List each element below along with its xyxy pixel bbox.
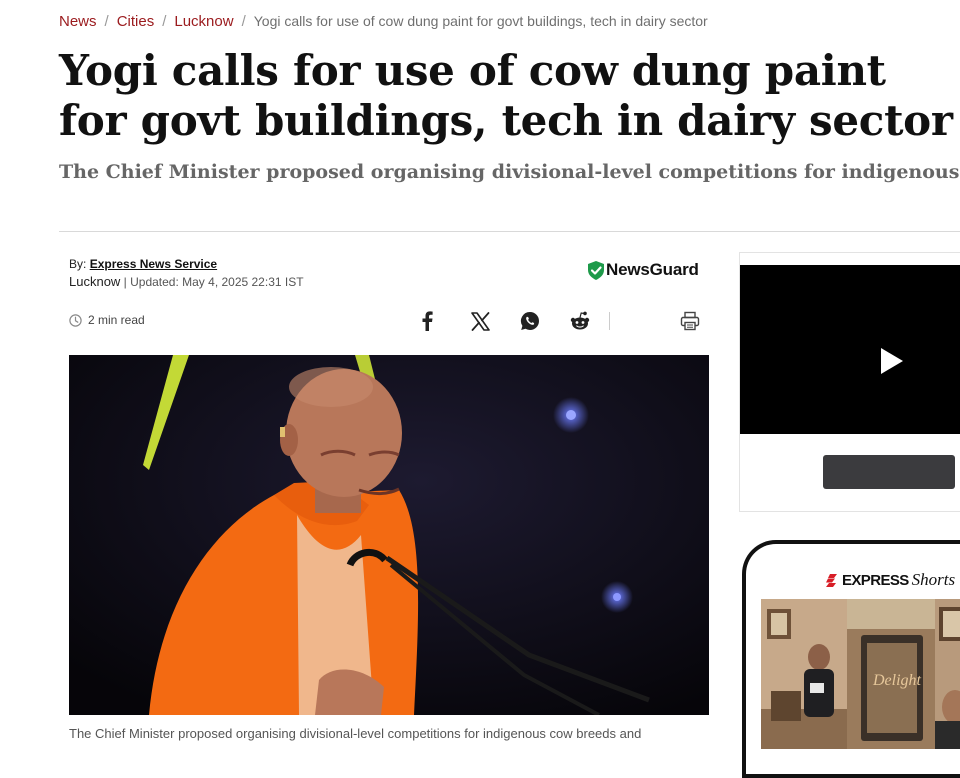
- video-action-button[interactable]: [823, 455, 955, 489]
- shorts-thumb-sign-text: Delight: [872, 672, 922, 689]
- video-player[interactable]: [740, 265, 960, 434]
- article-standfirst: The Chief Minister proposed organising d…: [59, 161, 960, 183]
- breadcrumb-cities[interactable]: Cities: [117, 13, 155, 30]
- clock-icon: [69, 313, 82, 327]
- article-hero-image: [69, 355, 709, 715]
- x-share-button[interactable]: [467, 308, 493, 334]
- dateline: Lucknow | Updated: May 4, 2025 22:31 IST: [69, 273, 304, 291]
- article-headline: Yogi calls for use of cow dung paint for…: [59, 46, 953, 145]
- breadcrumb-separator: /: [162, 13, 167, 30]
- breadcrumb-separator: /: [104, 13, 109, 30]
- newsguard-label: NewsGuard: [606, 260, 699, 279]
- breadcrumb-news[interactable]: News: [59, 13, 97, 30]
- shield-check-icon: [588, 260, 604, 280]
- whatsapp-icon: [520, 311, 539, 330]
- reddit-share-button[interactable]: [567, 308, 593, 334]
- dateline-location: Lucknow: [69, 274, 121, 289]
- shorts-thumbnail[interactable]: Delight: [847, 599, 935, 749]
- share-divider: [609, 312, 610, 330]
- facebook-icon: [422, 311, 433, 331]
- speaker-photo: [69, 355, 709, 715]
- byline-label: By:: [69, 257, 87, 271]
- express-shorts-logo: EXPRESS Shorts: [825, 570, 955, 590]
- read-time: 2 min read: [69, 313, 145, 327]
- newsguard-badge[interactable]: NewsGuard: [588, 260, 699, 280]
- express-shorts-widget[interactable]: EXPRESS Shorts Delight: [742, 540, 960, 778]
- author-link[interactable]: Express News Service: [90, 257, 217, 271]
- x-icon: [470, 311, 490, 331]
- breadcrumb: News / Cities / Lucknow / Yogi calls for use o…: [59, 13, 708, 30]
- shorts-brand: EXPRESS: [842, 571, 909, 589]
- print-icon: [680, 311, 700, 331]
- video-widget: [739, 252, 960, 512]
- breadcrumb-current-page: Yogi calls for use of cow dung paint for…: [253, 13, 708, 29]
- breadcrumb-separator: /: [241, 13, 246, 30]
- express-logo-icon: [826, 573, 837, 587]
- reddit-icon: [570, 311, 590, 330]
- breadcrumb-lucknow[interactable]: Lucknow: [174, 13, 233, 30]
- read-time-label: 2 min read: [88, 313, 145, 327]
- whatsapp-share-button[interactable]: [517, 308, 543, 334]
- shorts-brand-suffix: Shorts: [911, 570, 956, 589]
- shorts-thumbnail[interactable]: [935, 599, 960, 749]
- image-caption: The Chief Minister proposed organising d…: [69, 726, 642, 741]
- play-icon[interactable]: [881, 348, 903, 374]
- facebook-share-button[interactable]: [414, 308, 440, 334]
- shorts-thumbnail[interactable]: [761, 599, 847, 749]
- header-divider: [59, 231, 960, 232]
- shorts-thumbnails: Delight: [761, 599, 960, 749]
- print-button[interactable]: [677, 308, 703, 334]
- updated-timestamp: | Updated: May 4, 2025 22:31 IST: [120, 275, 304, 289]
- byline: By: Express News Service: [69, 254, 217, 274]
